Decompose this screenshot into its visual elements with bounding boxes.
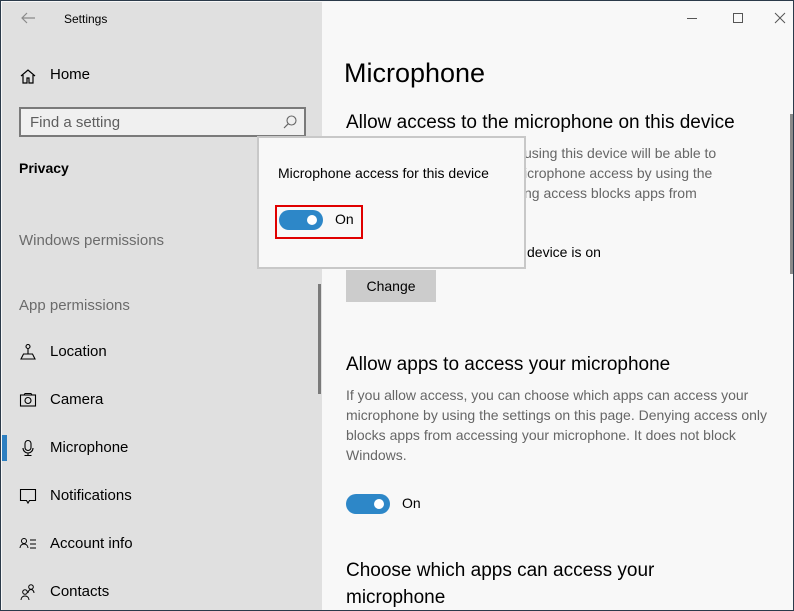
sidebar-item-label: Account info bbox=[50, 535, 133, 552]
toggle-knob bbox=[307, 215, 317, 225]
content-scrollbar[interactable] bbox=[790, 114, 793, 274]
change-button[interactable]: Change bbox=[346, 270, 436, 302]
toggle-switch[interactable] bbox=[346, 494, 390, 514]
minimize-icon bbox=[687, 18, 697, 19]
minimize-button[interactable] bbox=[678, 6, 706, 30]
sidebar-item-microphone[interactable]: Microphone bbox=[2, 430, 318, 466]
close-button[interactable] bbox=[766, 6, 793, 30]
section-description-device-access: using this device will be able to icroph… bbox=[524, 145, 717, 201]
sidebar-item-camera[interactable]: Camera bbox=[2, 382, 318, 418]
page-title: Microphone bbox=[344, 58, 486, 88]
account-info-icon bbox=[19, 538, 36, 549]
arrow-left-icon bbox=[21, 12, 35, 24]
toggle-knob bbox=[374, 499, 384, 509]
sidebar-item-label: Notifications bbox=[50, 487, 132, 504]
sidebar-item-account-info[interactable]: Account info bbox=[2, 526, 318, 562]
sidebar: Settings Home Privacy Windows permission… bbox=[2, 2, 322, 610]
sidebar-item-label: Home bbox=[50, 66, 91, 83]
microphone-icon bbox=[22, 439, 34, 457]
sidebar-item-label: Contacts bbox=[50, 583, 110, 600]
microphone-access-dialog: Microphone access for this device On bbox=[257, 136, 526, 269]
title-bar: Settings bbox=[2, 2, 322, 36]
search-icon[interactable] bbox=[282, 114, 298, 130]
app-access-toggle[interactable]: On bbox=[346, 494, 436, 516]
group-label-windows-permissions: Windows permissions bbox=[19, 232, 165, 249]
sidebar-item-home[interactable]: Home bbox=[2, 62, 322, 90]
toggle-state-label: On bbox=[402, 495, 421, 511]
sidebar-scrollbar[interactable] bbox=[318, 284, 321, 394]
dialog-title: Microphone access for this device bbox=[278, 165, 489, 181]
section-heading: Privacy bbox=[19, 160, 69, 176]
section-heading-choose-apps: Choose which apps can access your microp… bbox=[346, 560, 655, 608]
content-pane: Microphone Allow access to the microphon… bbox=[322, 2, 793, 610]
location-icon bbox=[20, 343, 36, 360]
device-access-status: device is on bbox=[527, 244, 601, 260]
toggle-state-label: On bbox=[335, 211, 354, 227]
back-button[interactable] bbox=[18, 9, 38, 29]
sidebar-item-label: Location bbox=[50, 343, 107, 360]
close-icon bbox=[774, 12, 786, 24]
toggle-switch[interactable] bbox=[279, 210, 323, 230]
maximize-button[interactable] bbox=[724, 6, 752, 30]
section-description-app-access: If you allow access, you can choose whic… bbox=[346, 387, 768, 463]
sidebar-item-contacts[interactable]: Contacts bbox=[2, 574, 318, 610]
notifications-icon bbox=[19, 488, 37, 505]
sidebar-item-label: Microphone bbox=[50, 439, 129, 456]
sidebar-item-location[interactable]: Location bbox=[2, 334, 318, 370]
contacts-icon bbox=[20, 584, 35, 601]
search-input[interactable] bbox=[21, 109, 271, 135]
device-access-toggle[interactable]: On bbox=[279, 210, 369, 232]
search-box[interactable] bbox=[19, 107, 306, 137]
home-icon bbox=[20, 69, 36, 84]
camera-icon bbox=[19, 393, 37, 407]
app-title: Settings bbox=[64, 12, 108, 26]
section-heading-device-access: Allow access to the microphone on this d… bbox=[346, 112, 735, 133]
maximize-icon bbox=[733, 13, 743, 23]
section-heading-app-access: Allow apps to access your microphone bbox=[346, 354, 671, 375]
sidebar-item-label: Camera bbox=[50, 391, 104, 408]
settings-window: Settings Home Privacy Windows permission… bbox=[0, 0, 794, 611]
group-label-app-permissions: App permissions bbox=[19, 297, 130, 314]
sidebar-item-notifications[interactable]: Notifications bbox=[2, 478, 318, 514]
